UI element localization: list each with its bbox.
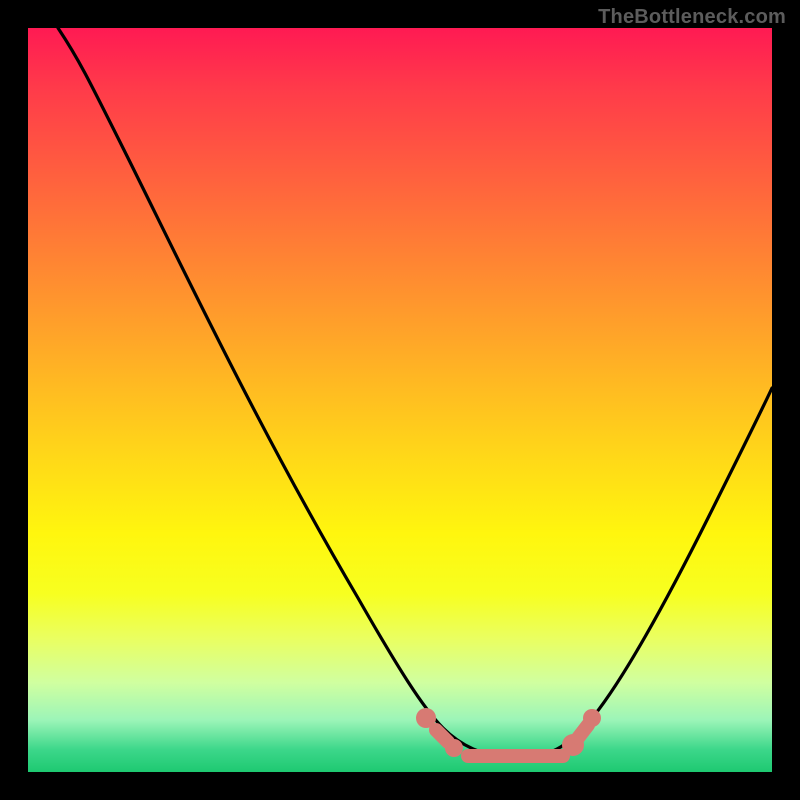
marker-dot: [445, 739, 463, 757]
marker-dot: [583, 709, 601, 727]
watermark-text: TheBottleneck.com: [598, 6, 786, 29]
optimal-range-markers: [416, 708, 601, 757]
marker-dot: [436, 730, 448, 742]
bottleneck-curve-svg: [28, 28, 772, 772]
marker-dot: [578, 725, 588, 738]
chart-frame: TheBottleneck.com: [0, 0, 800, 800]
bottleneck-curve-line: [58, 28, 772, 758]
plot-area: [28, 28, 772, 772]
